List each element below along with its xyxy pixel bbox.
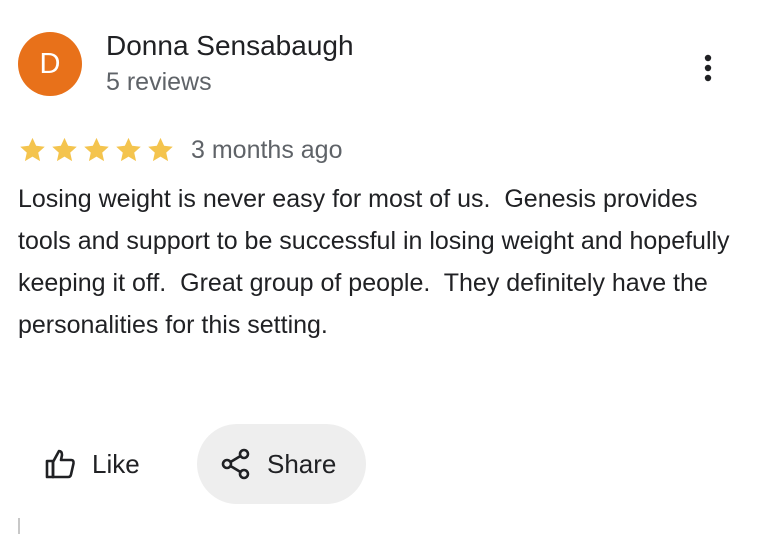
share-button[interactable]: Share	[197, 424, 367, 504]
star-icon	[116, 137, 141, 162]
author-review-count[interactable]: 5 reviews	[106, 68, 212, 97]
avatar[interactable]: D	[18, 32, 82, 96]
star-icon	[148, 137, 173, 162]
more-vert-icon	[704, 54, 712, 82]
review-date: 3 months ago	[191, 135, 343, 164]
star-rating	[18, 136, 175, 164]
share-icon	[221, 448, 250, 480]
star-icon	[84, 137, 109, 162]
thumb-up-icon	[45, 449, 75, 479]
scroll-indicator	[18, 518, 20, 534]
like-label: Like	[92, 448, 140, 479]
author-name[interactable]: Donna Sensabaugh	[106, 30, 354, 62]
more-options-button[interactable]	[690, 50, 726, 86]
like-button[interactable]: Like	[22, 424, 162, 504]
star-icon	[52, 137, 77, 162]
rating-row: 3 months ago	[18, 134, 343, 166]
review-text: Losing weight is never easy for most of …	[18, 185, 737, 339]
share-label: Share	[267, 448, 337, 479]
star-icon	[20, 137, 45, 162]
review-card: D Donna Sensabaugh 5 reviews 3 months ag…	[0, 0, 762, 534]
avatar-initial: D	[39, 47, 61, 80]
